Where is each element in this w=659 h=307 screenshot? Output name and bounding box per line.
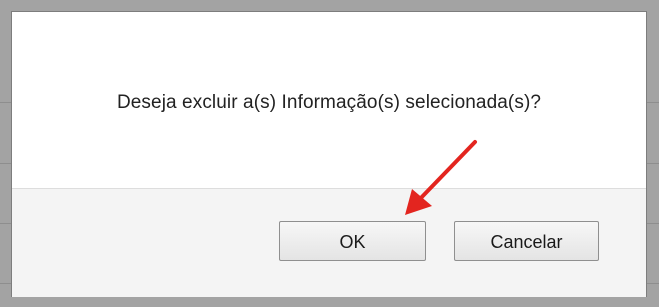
dialog-footer: OK Cancelar bbox=[12, 188, 646, 297]
confirm-delete-dialog: Deseja excluir a(s) Informação(s) seleci… bbox=[12, 12, 646, 297]
cancel-button[interactable]: Cancelar bbox=[454, 221, 599, 261]
ok-button[interactable]: OK bbox=[279, 221, 426, 261]
dialog-body: Deseja excluir a(s) Informação(s) seleci… bbox=[12, 12, 646, 188]
dialog-message: Deseja excluir a(s) Informação(s) seleci… bbox=[116, 92, 542, 113]
